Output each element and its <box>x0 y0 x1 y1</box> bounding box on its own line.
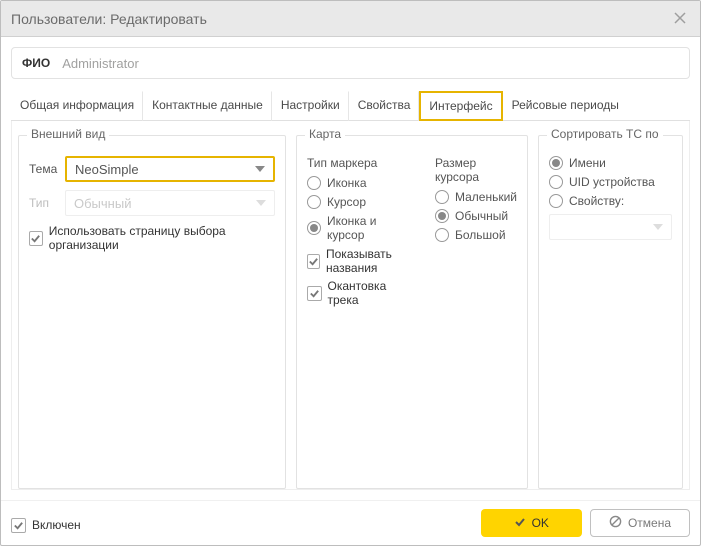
theme-label: Тема <box>29 162 65 176</box>
tab-general[interactable]: Общая информация <box>11 91 143 121</box>
sort-property-combo <box>549 214 672 240</box>
cursor-radio-large[interactable]: Большой <box>435 228 517 242</box>
marker-column: Тип маркера Иконка Курсор Иконка и курсо… <box>307 156 417 307</box>
marker-radio-icon[interactable]: Иконка <box>307 176 417 190</box>
check-icon <box>514 516 526 531</box>
checkbox-icon <box>11 518 26 533</box>
type-combo: Обычный <box>65 190 275 216</box>
map-fieldset: Карта Тип маркера Иконка Курсор Иконка и… <box>296 135 528 489</box>
ok-label: OK <box>532 516 549 530</box>
cancel-icon <box>609 515 622 531</box>
theme-value: NeoSimple <box>75 162 139 177</box>
tab-panel: Внешний вид Тема NeoSimple Тип Обычный И… <box>11 121 690 490</box>
ok-button[interactable]: OK <box>481 509 582 537</box>
window-title: Пользователи: Редактировать <box>11 11 672 27</box>
cancel-label: Отмена <box>628 516 671 530</box>
chevron-down-icon <box>255 162 265 177</box>
sort-radio-name[interactable]: Имени <box>549 156 672 170</box>
content-area: ФИО Общая информация Контактные данные Н… <box>1 37 700 500</box>
titlebar: Пользователи: Редактировать <box>1 1 700 37</box>
enabled-checkbox[interactable]: Включен <box>11 518 81 533</box>
org-page-checkbox[interactable]: Использовать страницу выбора организации <box>29 224 275 252</box>
checkbox-icon <box>307 254 320 269</box>
cancel-button[interactable]: Отмена <box>590 509 690 537</box>
tabstrip: Общая информация Контактные данные Настр… <box>11 91 690 121</box>
fio-label: ФИО <box>22 56 50 70</box>
appearance-legend: Внешний вид <box>27 127 109 141</box>
show-names-checkbox[interactable]: Показывать названия <box>307 247 417 275</box>
cursor-column: Размер курсора Маленький Обычный Большой <box>435 156 517 307</box>
org-page-label: Использовать страницу выбора организации <box>49 224 275 252</box>
theme-combo[interactable]: NeoSimple <box>65 156 275 182</box>
fio-field-wrapper: ФИО <box>11 47 690 79</box>
close-icon[interactable] <box>672 10 690 28</box>
sort-fieldset: Сортировать ТС по Имени UID устройства С… <box>538 135 683 489</box>
footer: Включен OK Отмена <box>1 500 700 545</box>
chevron-down-icon <box>653 220 663 235</box>
appearance-fieldset: Внешний вид Тема NeoSimple Тип Обычный И… <box>18 135 286 489</box>
marker-radio-icon-cursor[interactable]: Иконка и курсор <box>307 214 417 242</box>
checkbox-icon <box>29 231 43 246</box>
cursor-radio-normal[interactable]: Обычный <box>435 209 517 223</box>
cursor-radio-small[interactable]: Маленький <box>435 190 517 204</box>
cursor-heading: Размер курсора <box>435 156 517 184</box>
tab-periods[interactable]: Рейсовые периоды <box>503 91 628 121</box>
tab-interface[interactable]: Интерфейс <box>419 91 502 121</box>
map-legend: Карта <box>305 127 345 141</box>
track-outline-checkbox[interactable]: Окантовка трека <box>307 279 417 307</box>
chevron-down-icon <box>256 196 266 211</box>
enabled-label: Включен <box>32 518 81 532</box>
tab-settings[interactable]: Настройки <box>272 91 349 121</box>
tab-properties[interactable]: Свойства <box>349 91 420 121</box>
fio-input[interactable] <box>60 55 679 72</box>
sort-legend: Сортировать ТС по <box>547 127 663 141</box>
sort-radio-uid[interactable]: UID устройства <box>549 175 672 189</box>
sort-radio-property[interactable]: Свойству: <box>549 194 672 208</box>
marker-heading: Тип маркера <box>307 156 417 170</box>
type-value: Обычный <box>74 196 131 211</box>
marker-radio-cursor[interactable]: Курсор <box>307 195 417 209</box>
type-label: Тип <box>29 196 65 210</box>
tab-contact[interactable]: Контактные данные <box>143 91 272 121</box>
checkbox-icon <box>307 286 322 301</box>
